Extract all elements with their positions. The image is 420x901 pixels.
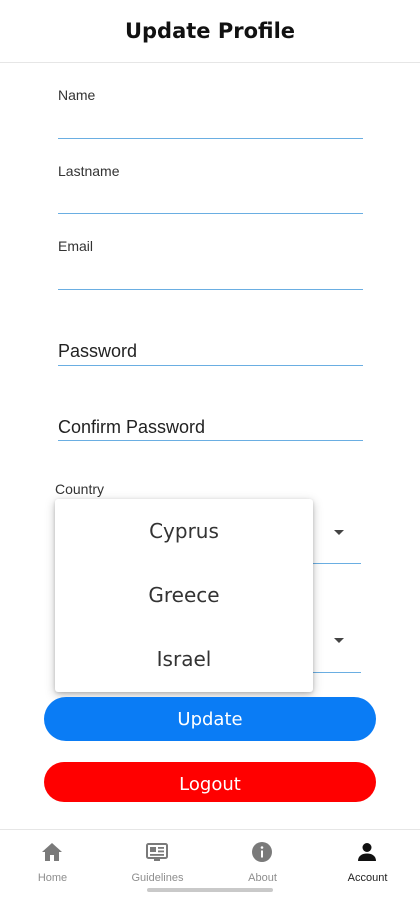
email-field[interactable] xyxy=(58,289,363,290)
guidelines-icon xyxy=(146,843,168,861)
app-header: Update Profile xyxy=(0,0,420,63)
tab-about-label: About xyxy=(248,872,277,884)
name-label: Name xyxy=(58,87,96,103)
country-label: Country xyxy=(55,481,105,497)
country-option-israel[interactable]: Israel xyxy=(55,627,313,691)
confirm-password-underline xyxy=(58,440,363,441)
account-icon xyxy=(358,843,376,861)
home-indicator xyxy=(147,888,273,892)
country-option-greece[interactable]: Greece xyxy=(55,563,313,627)
tab-home-label: Home xyxy=(37,872,68,884)
info-icon xyxy=(252,842,272,862)
password-underline xyxy=(58,365,363,366)
tab-about[interactable]: About xyxy=(210,830,315,890)
confirm-password-field[interactable]: Confirm Password xyxy=(58,417,205,438)
country-select-underline xyxy=(313,563,361,564)
country-option-cyprus[interactable]: Cyprus xyxy=(55,499,313,563)
tab-home[interactable]: Home xyxy=(0,830,105,890)
second-select-underline xyxy=(313,672,361,673)
tab-guidelines[interactable]: Guidelines xyxy=(105,830,210,890)
lastname-label: Lastname xyxy=(58,163,120,179)
tab-account[interactable]: Account xyxy=(315,830,420,890)
logout-button[interactable]: Logout xyxy=(44,762,376,802)
name-field[interactable] xyxy=(58,138,363,139)
password-field[interactable]: Password xyxy=(58,341,137,362)
chevron-down-icon[interactable] xyxy=(334,530,344,535)
email-label: Email xyxy=(58,238,94,254)
lastname-field[interactable] xyxy=(58,213,363,214)
country-dropdown-menu: Cyprus Greece Israel xyxy=(55,499,313,692)
home-icon xyxy=(42,843,62,861)
chevron-down-icon[interactable] xyxy=(334,638,344,643)
tab-account-label: Account xyxy=(347,872,388,884)
tab-guidelines-label: Guidelines xyxy=(131,872,184,884)
update-button[interactable]: Update xyxy=(44,697,376,741)
page-title: Update Profile xyxy=(124,19,296,43)
